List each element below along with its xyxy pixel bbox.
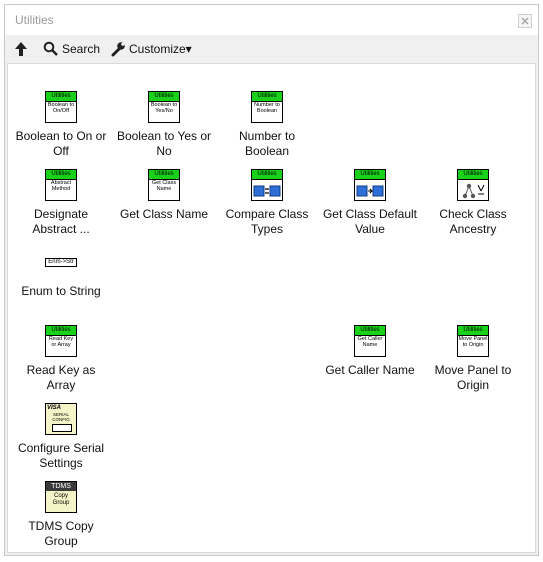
palette-item-compare-class-types[interactable]: Utilities Compare Class Types: [217, 169, 317, 237]
class-ancestry-glyph-icon: [458, 180, 488, 200]
vi-icon-text: Get Caller Name: [357, 336, 383, 348]
arrow-up-icon: [15, 42, 27, 56]
vi-icon-header: Utilities: [252, 92, 282, 102]
vi-icon: Utilities: [457, 169, 489, 201]
search-icon: [43, 41, 58, 56]
vi-icon: Utilities Read Key or Array: [45, 325, 77, 357]
visa-serial-icon: VISA SERIAL CONFIG: [45, 403, 77, 435]
search-label: Search: [62, 42, 101, 56]
serial-port-glyph: [52, 424, 72, 432]
vi-icon-header: Utilities: [252, 170, 282, 180]
vi-icon: Utilities Boolean to Yes/No: [148, 91, 180, 123]
vi-icon: Utilities Number to Boolean: [251, 91, 283, 123]
vi-icon-header: Utilities: [149, 92, 179, 102]
vi-icon-text: Copy Group: [52, 493, 70, 506]
class-default-glyph-icon: [355, 180, 385, 200]
item-label: Compare Class Types: [225, 207, 309, 236]
vi-icon-header: Utilities: [355, 326, 385, 336]
vi-icon-text: Boolean to Yes/No: [150, 102, 178, 114]
vi-icon-text: Abstract Method: [50, 180, 72, 192]
vi-icon-header: Utilities: [46, 326, 76, 336]
vi-icon-header: Utilities: [355, 170, 385, 180]
vi-icon-header: Utilities: [458, 326, 488, 336]
title-bar: Utilities: [5, 5, 538, 35]
search-button[interactable]: Search: [43, 41, 100, 57]
window-title: Utilities: [15, 13, 54, 27]
class-compare-glyph-icon: [252, 180, 282, 200]
vi-icon-header: Utilities: [149, 170, 179, 180]
vi-icon-text: Number to Boolean: [254, 102, 280, 114]
utilities-palette-window: Utilities Search Customize▾ Utilities Bo…: [4, 4, 539, 556]
item-label: Boolean to On or Off: [15, 129, 107, 158]
palette-item-get-class-name[interactable]: Utilities Get Class Name Get Class Name: [114, 169, 214, 222]
palette-item-designate-abstract[interactable]: Utilities Abstract Method Designate Abst…: [11, 169, 111, 237]
palette-item-boolean-to-yes-or-no[interactable]: Utilities Boolean to Yes/No Boolean to Y…: [114, 91, 214, 159]
item-label: Get Class Name: [119, 207, 209, 221]
close-icon: [521, 17, 529, 25]
palette-item-boolean-to-on-or-off[interactable]: Utilities Boolean to On/Off Boolean to O…: [11, 91, 111, 159]
up-button[interactable]: [13, 41, 29, 57]
item-label: Get Class Default Value: [322, 207, 418, 236]
customize-label: Customize▾: [129, 42, 192, 56]
tdms-icon: TDMS Copy Group: [45, 481, 77, 513]
vi-icon: Utilities: [354, 169, 386, 201]
toolbar: Search Customize▾: [5, 35, 538, 63]
vi-icon-header: Utilities: [458, 170, 488, 180]
vi-icon-header: VISA: [47, 405, 62, 411]
item-label: TDMS Copy Group: [28, 519, 94, 548]
vi-icon: Utilities Boolean to On/Off: [45, 91, 77, 123]
vi-icon: Utilities Get Class Name: [148, 169, 180, 201]
palette-item-move-panel-to-origin[interactable]: Utilities Move Panel to Origin Move Pane…: [423, 325, 523, 393]
item-label: Check Class Ancestry: [439, 207, 507, 236]
vi-icon: Utilities Move Panel to Origin: [457, 325, 489, 357]
item-label: Designate Abstract ...: [32, 207, 90, 236]
vi-icon-text: Move Panel to Origin: [458, 336, 488, 348]
palette-item-check-class-ancestry[interactable]: Utilities Check Class Ancestry: [423, 169, 523, 237]
palette-content: Utilities Boolean to On/Off Boolean to O…: [7, 63, 536, 553]
vi-icon: Utilities: [251, 169, 283, 201]
vi-icon-header: TDMS: [46, 482, 76, 491]
enum-to-string-icon: Enm->Str: [45, 258, 77, 267]
item-label: Enum to String: [21, 284, 101, 298]
vi-icon-text: Read Key or Array: [48, 336, 74, 348]
palette-item-read-key-as-array[interactable]: Utilities Read Key or Array Read Key as …: [11, 325, 111, 393]
vi-icon-header: Utilities: [46, 92, 76, 102]
palette-item-number-to-boolean[interactable]: Utilities Number to Boolean Number to Bo…: [217, 91, 317, 159]
item-label: Get Caller Name: [325, 363, 415, 377]
close-button[interactable]: [518, 14, 532, 28]
vi-icon-header: Utilities: [46, 170, 76, 180]
palette-item-get-caller-name[interactable]: Utilities Get Caller Name Get Caller Nam…: [320, 325, 420, 378]
palette-item-configure-serial-settings[interactable]: VISA SERIAL CONFIG Configure Serial Sett…: [11, 403, 111, 471]
vi-icon: Utilities Abstract Method: [45, 169, 77, 201]
palette-item-enum-to-string[interactable]: Enm->Str Enum to String: [11, 247, 111, 299]
item-label: Read Key as Array: [26, 363, 96, 392]
item-label: Move Panel to Origin: [434, 363, 512, 392]
palette-item-tdms-copy-group[interactable]: TDMS Copy Group TDMS Copy Group: [11, 481, 111, 549]
vi-icon-text: SERIAL CONFIG: [52, 412, 70, 422]
wrench-icon: [111, 42, 125, 57]
item-label: Configure Serial Settings: [17, 441, 105, 470]
vi-icon-text: Boolean to On/Off: [47, 102, 75, 114]
palette-item-get-class-default-value[interactable]: Utilities Get Class Default Value: [320, 169, 420, 237]
vi-icon: Utilities Get Caller Name: [354, 325, 386, 357]
item-label: Number to Boolean: [238, 129, 296, 158]
item-label: Boolean to Yes or No: [116, 129, 212, 158]
vi-icon-text: Get Class Name: [151, 180, 177, 192]
customize-button[interactable]: Customize▾: [110, 41, 192, 57]
